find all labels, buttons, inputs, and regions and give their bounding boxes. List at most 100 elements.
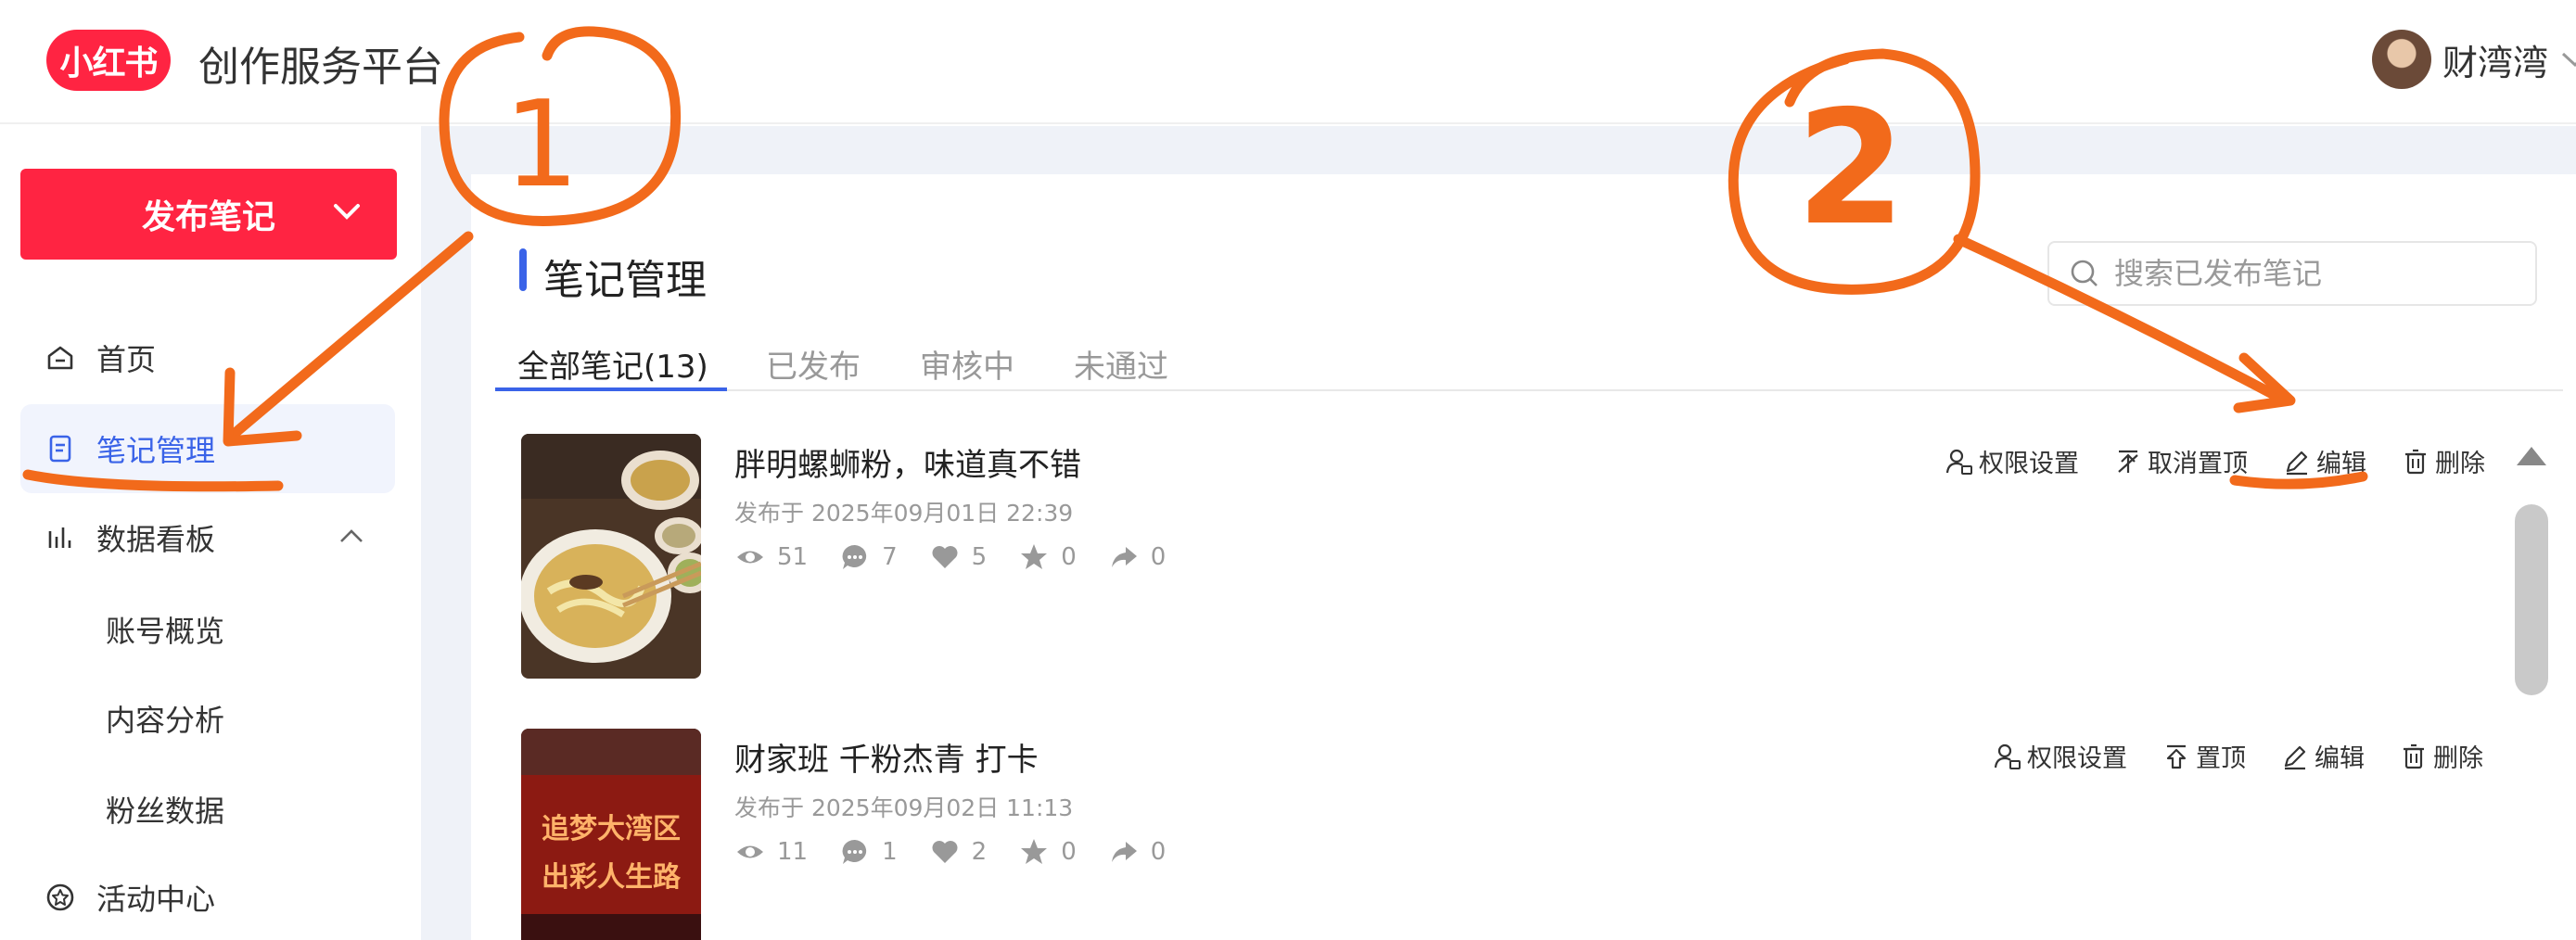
- note-thumbnail[interactable]: 追梦大湾区 出彩人生路: [521, 729, 701, 940]
- top-header: 小红书 创作服务平台 财湾湾: [0, 0, 2576, 124]
- note-title[interactable]: 财家班 千粉杰青 打卡: [734, 734, 1039, 780]
- collects-stat: 0: [1018, 836, 1077, 868]
- collects-count: 0: [1061, 838, 1077, 866]
- sidebar-subitem-account-overview[interactable]: 账号概览: [106, 608, 224, 651]
- xiaohongshu-logo[interactable]: 小红书: [46, 30, 171, 91]
- comments-stat: 1: [839, 836, 898, 868]
- sidebar-item-label: 首页: [96, 342, 157, 377]
- scrollbar-thumb[interactable]: [2515, 504, 2548, 695]
- user-lock-icon: [1994, 743, 2021, 769]
- tab-under-review[interactable]: 审核中: [920, 341, 1014, 387]
- active-tab-indicator: [495, 387, 727, 391]
- shares-count: 0: [1150, 838, 1167, 866]
- shares-stat: 0: [1108, 836, 1167, 868]
- sidebar-item-label: 活动中心: [96, 882, 216, 917]
- action-label: 删除: [2435, 450, 2485, 478]
- sidebar-item-data-board[interactable]: 数据看板: [20, 493, 395, 582]
- likes-stat: 5: [929, 541, 988, 573]
- note-thumbnail[interactable]: [521, 434, 701, 679]
- action-label: 编辑: [2315, 744, 2365, 773]
- search-box[interactable]: [2047, 241, 2537, 306]
- action-label: 删除: [2433, 744, 2483, 773]
- trash-icon: [2404, 743, 2424, 769]
- avatar[interactable]: [2371, 30, 2431, 89]
- page-title: 笔记管理: [543, 257, 707, 304]
- pencil-icon: [2286, 451, 2308, 475]
- collects-count: 0: [1061, 543, 1077, 571]
- note-stats: 51 7 5 0 0: [734, 541, 1197, 573]
- likes-count: 5: [971, 543, 988, 571]
- sidebar-subitem-fan-data[interactable]: 粉丝数据: [106, 788, 224, 831]
- unpin-button[interactable]: 取消置顶: [2114, 443, 2248, 479]
- chevron-down-icon[interactable]: [2561, 44, 2576, 76]
- sidebar-subitem-content-analysis[interactable]: 内容分析: [106, 697, 224, 740]
- tab-published[interactable]: 已发布: [766, 341, 861, 387]
- sidebar-item-label: 数据看板: [96, 522, 216, 557]
- edit-button[interactable]: 编辑: [2281, 738, 2365, 774]
- tab-all-notes[interactable]: 全部笔记(13): [517, 341, 708, 387]
- chevron-down-icon[interactable]: [328, 193, 365, 230]
- likes-stat: 2: [929, 836, 988, 868]
- sidebar-item-note-management[interactable]: 笔记管理: [20, 404, 395, 493]
- views-count: 11: [777, 838, 809, 866]
- action-label: 置顶: [2196, 744, 2246, 773]
- thumb-text-line-1: 追梦大湾区: [542, 813, 681, 845]
- shares-count: 0: [1150, 543, 1167, 571]
- sidebar-item-home[interactable]: 首页: [20, 313, 395, 402]
- note-actions: 权限设置 取消置顶 编辑 删除: [1910, 443, 2485, 479]
- views-count: 51: [777, 543, 809, 571]
- action-label: 权限设置: [1979, 450, 2079, 478]
- comment-icon: [842, 544, 867, 569]
- action-label: 取消置顶: [2148, 450, 2248, 478]
- chart-icon: [45, 522, 76, 553]
- delete-button[interactable]: 删除: [2402, 443, 2485, 479]
- home-icon: [45, 342, 76, 374]
- platform-title: 创作服务平台: [198, 44, 443, 91]
- permission-settings-button[interactable]: 权限设置: [1994, 738, 2127, 774]
- permission-settings-button[interactable]: 权限设置: [1945, 443, 2079, 479]
- comment-icon: [842, 839, 867, 864]
- eye-icon: [737, 845, 763, 858]
- note-title[interactable]: 胖明螺蛳粉，味道真不错: [734, 439, 1081, 485]
- note-stats: 11 1 2 0 0: [734, 836, 1197, 868]
- search-input[interactable]: [2114, 256, 2522, 291]
- star-badge-icon: [45, 882, 76, 913]
- note-icon: [45, 433, 76, 464]
- shares-stat: 0: [1108, 541, 1167, 573]
- scroll-up-arrow[interactable]: [2513, 441, 2550, 469]
- delete-button[interactable]: 删除: [2400, 738, 2483, 774]
- collects-stat: 0: [1018, 541, 1077, 573]
- user-menu[interactable]: 财湾湾: [2371, 28, 2576, 91]
- heart-icon: [932, 546, 958, 568]
- sidebar-item-label: 笔记管理: [96, 433, 216, 468]
- note-publish-date: 发布于 2025年09月02日 11:13: [734, 794, 1074, 821]
- publish-note-button[interactable]: 发布笔记: [20, 169, 397, 260]
- trash-icon: [2405, 449, 2426, 474]
- title-accent-bar: [519, 248, 527, 291]
- comments-stat: 7: [839, 541, 898, 573]
- note-publish-date: 发布于 2025年09月01日 22:39: [734, 500, 1074, 527]
- edit-button[interactable]: 编辑: [2283, 443, 2366, 479]
- chevron-up-icon[interactable]: [336, 521, 367, 553]
- search-icon: [2071, 260, 2098, 286]
- sidebar-item-activity-center[interactable]: 活动中心: [20, 853, 395, 940]
- pin-button[interactable]: 置顶: [2162, 738, 2246, 774]
- tab-bar: 全部笔记(13) 已发布 审核中 未通过: [495, 336, 2563, 391]
- user-name[interactable]: 财湾湾: [2442, 34, 2548, 85]
- comments-count: 1: [882, 838, 898, 866]
- comments-count: 7: [882, 543, 898, 571]
- thumb-text-line-2: 出彩人生路: [542, 861, 682, 894]
- views-stat: 51: [734, 541, 808, 573]
- note-actions: 权限设置 置顶 编辑 删除: [1958, 738, 2483, 774]
- publish-note-label: 发布笔记: [141, 198, 275, 236]
- user-lock-icon: [1945, 449, 1972, 475]
- heart-icon: [932, 841, 958, 863]
- tab-rejected[interactable]: 未通过: [1074, 341, 1168, 387]
- action-label: 编辑: [2316, 450, 2366, 478]
- action-label: 权限设置: [2027, 744, 2127, 773]
- pencil-icon: [2284, 745, 2306, 769]
- share-icon: [1111, 547, 1137, 567]
- star-icon: [1021, 839, 1048, 864]
- pin-top-icon: [2166, 744, 2187, 769]
- likes-count: 2: [971, 838, 988, 866]
